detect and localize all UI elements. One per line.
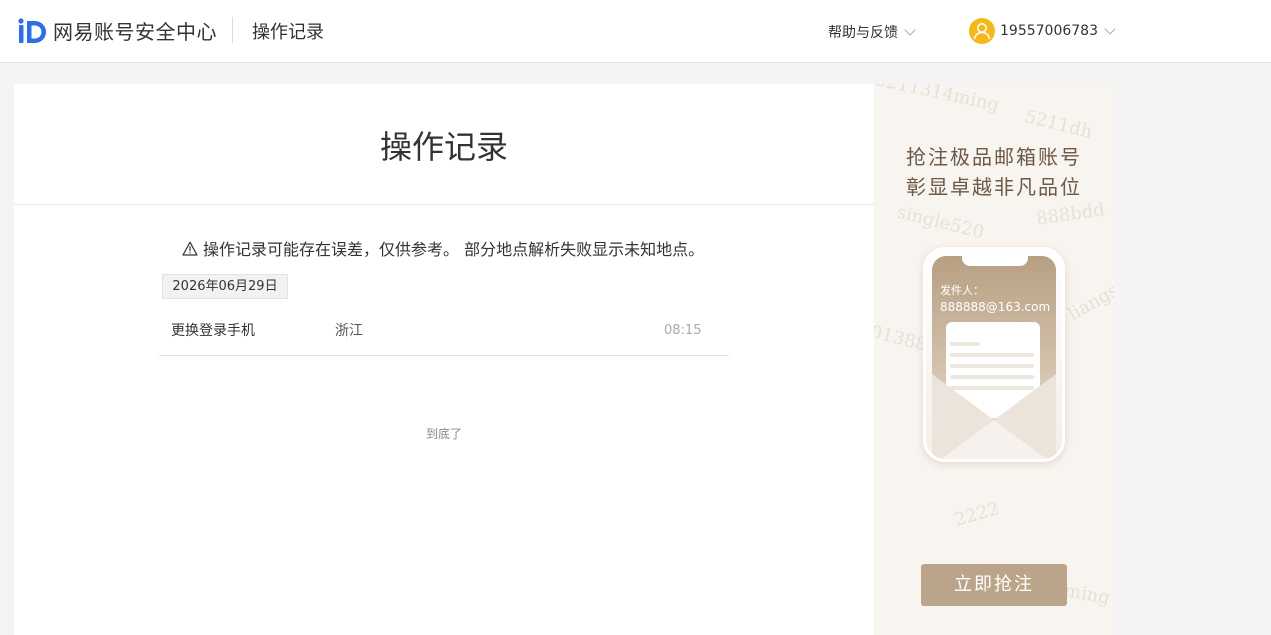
register-now-button[interactable]: 立即抢注 xyxy=(921,564,1067,606)
notice: 操作记录可能存在误差，仅供参考。 部分地点解析失败显示未知地点。 xyxy=(182,236,704,260)
header-divider xyxy=(232,17,233,43)
brand-name: 网易账号安全中心 xyxy=(53,20,217,44)
page-title: 操作记录 xyxy=(379,128,508,166)
netease-logo[interactable]: 网易账号安全中心 xyxy=(18,16,217,45)
user-phone: 19557006783 xyxy=(1000,23,1098,39)
watermark-text: 2222 xyxy=(951,498,1002,531)
top-header: 网易账号安全中心 操作记录 帮助与反馈 19557006783 xyxy=(0,0,1271,63)
record-action: 更换登录手机 xyxy=(171,323,255,339)
phone-notch xyxy=(962,256,1028,266)
user-icon xyxy=(973,23,991,40)
header-section-title: 操作记录 xyxy=(252,22,324,43)
user-menu[interactable]: 19557006783 xyxy=(969,18,1116,44)
chevron-down-icon xyxy=(1104,22,1116,35)
divider xyxy=(14,204,874,205)
watermark-text: liangs xyxy=(1064,279,1114,326)
watermark-text: 5211314ming xyxy=(874,84,1001,116)
watermark-text: 5211dh xyxy=(1022,105,1095,144)
chevron-down-icon xyxy=(904,23,916,36)
phone-screen: 发件人： 888888@163.com xyxy=(932,256,1056,459)
watermark-text: 01388 xyxy=(874,321,929,356)
watermark-text: single520 xyxy=(894,201,987,244)
id-logo-icon xyxy=(18,17,46,43)
record-time: 08:15 xyxy=(664,323,702,338)
date-header: 2026年06月29日 xyxy=(162,274,288,299)
record-row: 更换登录手机 浙江 08:15 xyxy=(159,308,729,356)
end-of-list-text: 到底了 xyxy=(425,427,462,441)
operation-log-card: 操作记录 操作记录可能存在误差，仅供参考。 部分地点解析失败显示未知地点。 20… xyxy=(14,84,874,635)
email-ad-banner[interactable]: 5211314ming 5211dh single520 888bdd 0138… xyxy=(874,84,1114,635)
ad-slogan: 抢注极品邮箱账号 彰显卓越非凡品位 xyxy=(874,142,1114,202)
help-feedback-menu[interactable]: 帮助与反馈 xyxy=(828,22,916,42)
envelope-icon xyxy=(932,374,1056,459)
watermark-text: ming xyxy=(1062,580,1112,609)
warning-icon xyxy=(182,241,198,256)
notice-text: 操作记录可能存在误差，仅供参考。 部分地点解析失败显示未知地点。 xyxy=(203,240,705,259)
ad-slogan-line: 抢注极品邮箱账号 xyxy=(906,145,1082,169)
ad-slogan-line: 彰显卓越非凡品位 xyxy=(906,175,1082,199)
avatar xyxy=(969,18,995,44)
phone-illustration: 发件人： 888888@163.com xyxy=(923,247,1065,462)
sender-email: 888888@163.com xyxy=(940,300,1051,314)
record-location: 浙江 xyxy=(335,323,363,339)
watermark-text: 888bdd xyxy=(1034,199,1107,230)
sender-label: 发件人： xyxy=(940,284,984,297)
help-feedback-label: 帮助与反馈 xyxy=(828,25,898,41)
